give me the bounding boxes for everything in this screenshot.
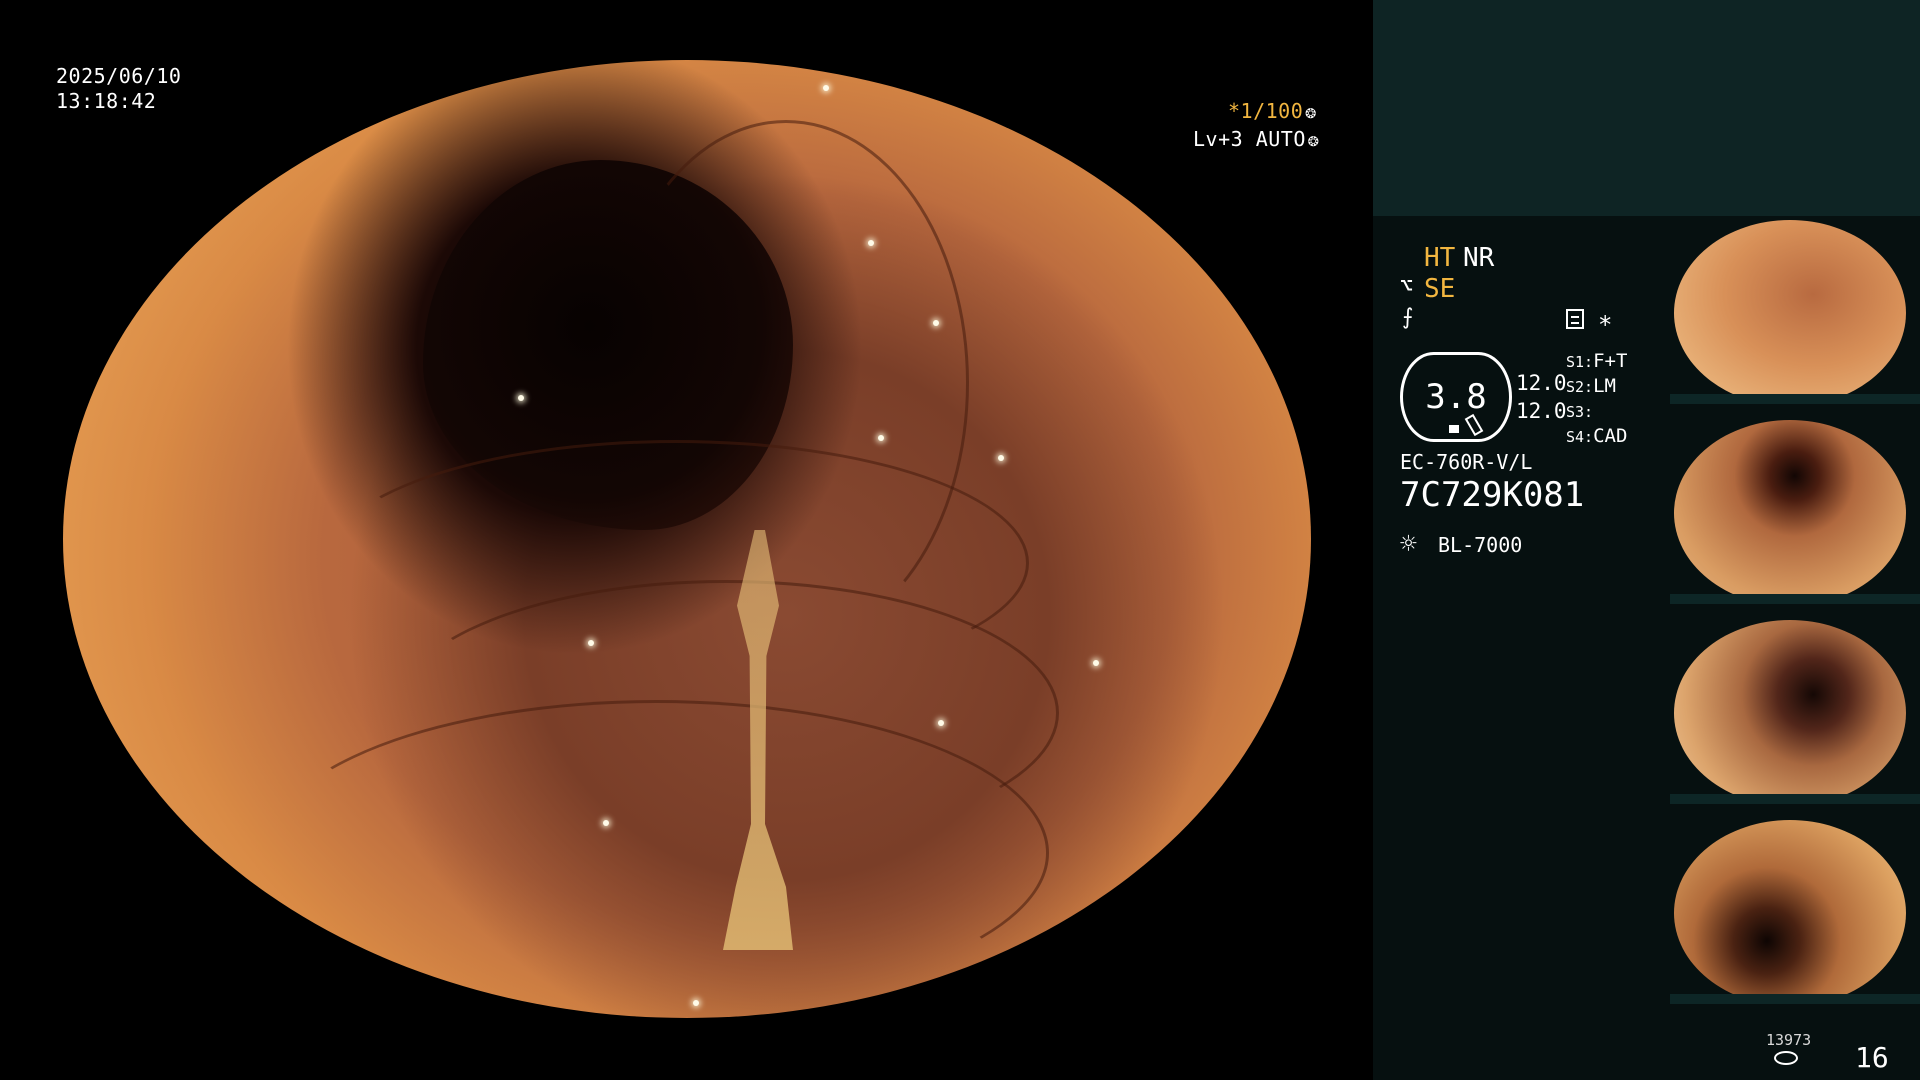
level-value: Lv+3 AUTO — [1193, 127, 1306, 151]
gauge-pen-icon — [1464, 413, 1484, 437]
switch-s4: S4:CAD — [1566, 427, 1627, 446]
switch-s2: S2:LM — [1566, 377, 1616, 396]
thumbnail-image — [1674, 420, 1906, 604]
captured-thumbnail[interactable] — [1670, 216, 1920, 404]
light-reflection — [998, 455, 1004, 461]
zoom-value: 3.8 — [1425, 377, 1487, 417]
aperture-mask-bottom — [0, 1018, 1370, 1080]
shutter-value: *1/100 — [1228, 99, 1304, 123]
light-reflection — [1093, 660, 1099, 666]
light-reflection — [938, 720, 944, 726]
date-readout: 2025/06/10 — [56, 64, 182, 88]
aperture-mask-top — [0, 0, 1370, 60]
image-count: 16 — [1855, 1041, 1889, 1074]
storage-icon — [1774, 1051, 1798, 1065]
light-source-icon: ☼ — [1400, 527, 1417, 560]
thumbnail-bar — [1670, 394, 1920, 404]
thumbnail-image — [1674, 620, 1906, 804]
light-source-label: BL-7000 — [1438, 533, 1523, 557]
mucosal-fold — [603, 120, 969, 646]
scope-model: EC-760R-V/L — [1400, 450, 1533, 474]
gauge-tick-icon — [1449, 425, 1459, 433]
light-reflection — [603, 820, 609, 826]
se-indicator: SE — [1424, 274, 1456, 304]
thumbnail-image — [1674, 820, 1906, 1004]
thumbnail-bar — [1670, 794, 1920, 804]
auto-iris-icon: ❂ — [1307, 130, 1320, 151]
menu-icon — [1566, 309, 1584, 329]
switch-value: LM — [1593, 375, 1616, 397]
ht-indicator: HT — [1424, 243, 1456, 273]
light-reflection — [933, 320, 939, 326]
switch-label: S2: — [1566, 378, 1594, 396]
side-panel-header — [1373, 0, 1920, 216]
star-icon: ∗ — [1598, 306, 1613, 334]
zoom-gauge: 3.8 — [1400, 352, 1512, 442]
enhance-icon: ⌥ — [1400, 274, 1414, 299]
endoscopy-screen: 2025/06/10 13:18:42 *1/100 ❂ Lv+3 AUTO ❂ H… — [0, 0, 1920, 1080]
endoscope-view — [63, 60, 1311, 1018]
switch-label: S3: — [1566, 403, 1594, 421]
switch-value: CAD — [1593, 425, 1628, 447]
light-reflection — [868, 240, 874, 246]
thumbnail-image — [1674, 220, 1906, 404]
mucosal-fold — [263, 700, 1049, 1006]
storage-counter: 13973 — [1766, 1031, 1812, 1049]
setting-value-2: 12.0 — [1516, 399, 1567, 423]
light-reflection — [518, 395, 524, 401]
light-reflection — [693, 1000, 699, 1006]
switch-s1: S1:F+T — [1566, 352, 1627, 371]
scope-serial: 7C729K081 — [1400, 475, 1585, 515]
freeze-icon: ⨍ — [1402, 305, 1414, 330]
captured-thumbnail[interactable] — [1670, 616, 1920, 804]
setting-value-1: 12.0 — [1516, 371, 1567, 395]
captured-thumbnail[interactable] — [1670, 816, 1920, 1004]
switch-label: S1: — [1566, 353, 1594, 371]
time-readout: 13:18:42 — [56, 89, 157, 113]
thumbnail-bar — [1670, 594, 1920, 604]
aperture-icon: ❂ — [1305, 102, 1317, 123]
shutter-readout: *1/100 ❂ — [1228, 101, 1317, 122]
light-reflection — [588, 640, 594, 646]
light-reflection — [823, 85, 829, 91]
switch-label: S4: — [1566, 428, 1594, 446]
thumbnail-bar — [1670, 994, 1920, 1004]
level-readout: Lv+3 AUTO ❂ — [1193, 129, 1319, 150]
nr-indicator: NR — [1463, 243, 1495, 273]
switch-value: F+T — [1593, 350, 1628, 372]
light-reflection — [878, 435, 884, 441]
switch-s3: S3: — [1566, 402, 1593, 421]
captured-thumbnail[interactable] — [1670, 416, 1920, 604]
